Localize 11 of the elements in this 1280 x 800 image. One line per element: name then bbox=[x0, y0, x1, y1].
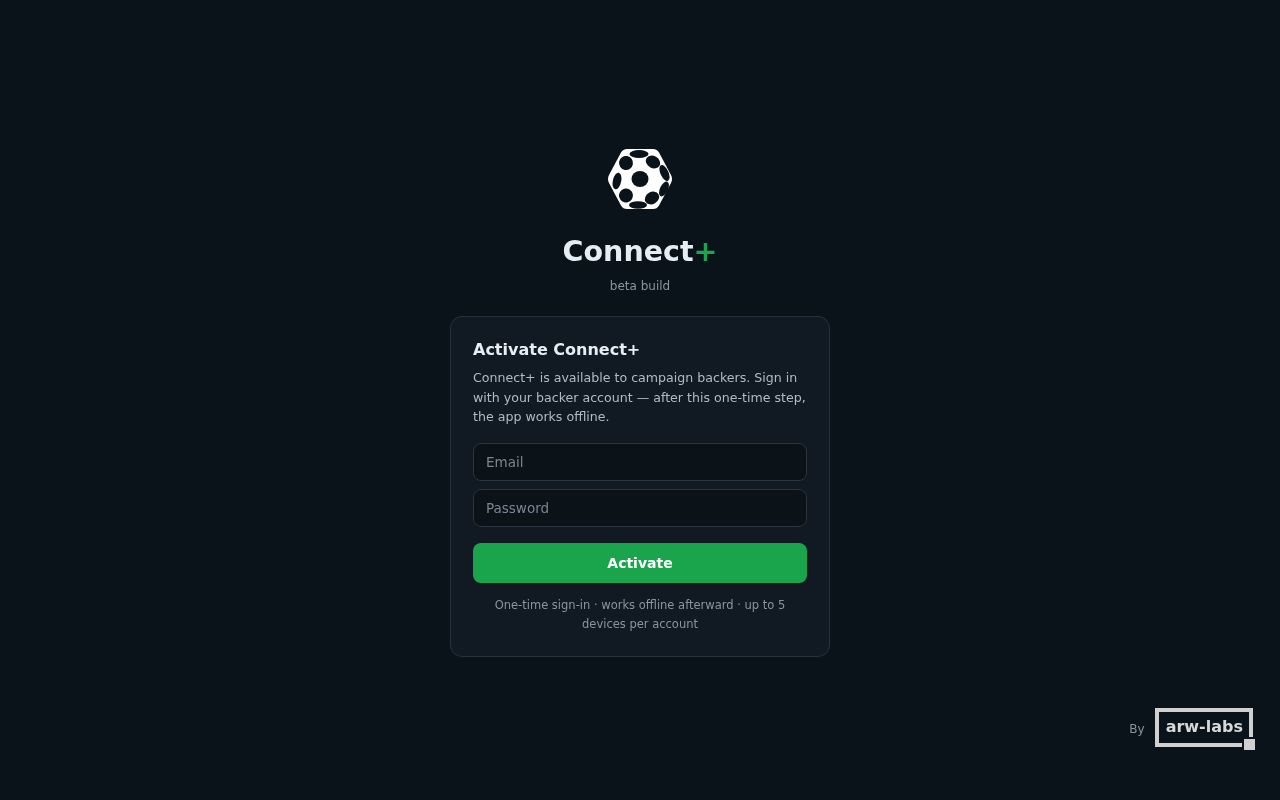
input-field[interactable]: Password bbox=[473, 488, 807, 527]
by-label: By bbox=[1129, 722, 1145, 736]
app-logo bbox=[607, 148, 673, 211]
activate-button[interactable]: Activate bbox=[473, 542, 807, 583]
sign-in-note: One-time sign-in · works offline afterward · up to 5 devices per account bbox=[493, 596, 787, 633]
input-field[interactable]: Email bbox=[473, 442, 807, 481]
card-description: Connect+ is available to campaign backers. Sign in with your backer account — after this one-time step, the app works offline. bbox=[473, 369, 807, 427]
app-title: Connect+ bbox=[562, 234, 718, 271]
tagline: beta build bbox=[609, 278, 671, 295]
maker-logo: arw-labs bbox=[1154, 708, 1255, 750]
card-title: Activate Connect+ bbox=[473, 339, 642, 362]
